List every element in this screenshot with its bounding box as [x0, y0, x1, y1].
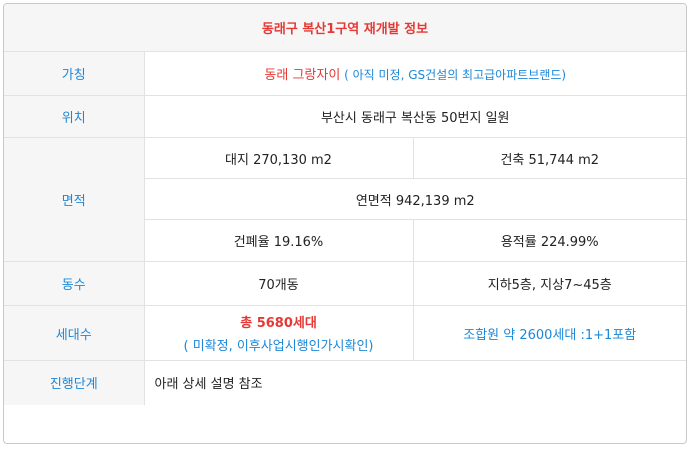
area-building: 건축 51,744 m2 — [412, 137, 686, 179]
row-area-1: 면적 대지 270,130 m2 건축 51,744 m2 — [4, 137, 686, 262]
label-progress: 진행단계 — [4, 360, 145, 405]
building-count: 70개동 — [143, 261, 414, 306]
project-name-note: ( 아직 미정, GS건설의 최고급아파트브랜드) — [340, 68, 567, 82]
households-total-note: ( 미확정, 이후사업시행인가시확인) — [183, 339, 374, 354]
row-buildings: 동수 70개동 지하5층, 지상7~45층 — [4, 261, 686, 306]
value-location: 부산시 동래구 복산동 50번지 일원 — [143, 95, 686, 138]
value-name: 동래 그랑자이 ( 아직 미정, GS건설의 최고급아파트브랜드) — [143, 51, 686, 96]
label-location: 위치 — [4, 95, 145, 138]
row-progress: 진행단계 아래 상세 설명 참조 — [4, 360, 686, 405]
label-area: 면적 — [4, 137, 145, 262]
building-floors: 지하5층, 지상7~45층 — [412, 261, 686, 306]
label-buildings: 동수 — [4, 261, 145, 306]
value-progress: 아래 상세 설명 참조 — [143, 360, 686, 405]
area-coverage: 건폐율 19.16% — [144, 219, 414, 262]
households-total: 총 5680세대 — [240, 316, 317, 331]
redevelopment-info-table: 동래구 복산1구역 재개발 정보 가칭 동래 그랑자이 ( 아직 미정, GS건… — [4, 4, 686, 405]
row-households: 세대수 총 5680세대 ( 미확정, 이후사업시행인가시확인) 조합원 약 2… — [4, 305, 686, 361]
households-members: 조합원 약 2600세대 :1+1포함 — [412, 305, 686, 361]
area-floor-total: 연면적 942,139 m2 — [144, 178, 686, 220]
row-name: 가칭 동래 그랑자이 ( 아직 미정, GS건설의 최고급아파트브랜드) — [4, 51, 686, 96]
title-row: 동래구 복산1구역 재개발 정보 — [4, 4, 686, 52]
area-land: 대지 270,130 m2 — [143, 137, 414, 179]
info-table-frame: 동래구 복산1구역 재개발 정보 가칭 동래 그랑자이 ( 아직 미정, GS건… — [3, 3, 687, 444]
row-location: 위치 부산시 동래구 복산동 50번지 일원 — [4, 95, 686, 138]
area-far: 용적률 224.99% — [412, 219, 686, 262]
households-total-cell: 총 5680세대 ( 미확정, 이후사업시행인가시확인) — [143, 305, 414, 361]
label-households: 세대수 — [4, 305, 145, 361]
table-title: 동래구 복산1구역 재개발 정보 — [4, 4, 686, 52]
label-name: 가칭 — [4, 51, 145, 96]
project-name: 동래 그랑자이 — [264, 68, 341, 83]
